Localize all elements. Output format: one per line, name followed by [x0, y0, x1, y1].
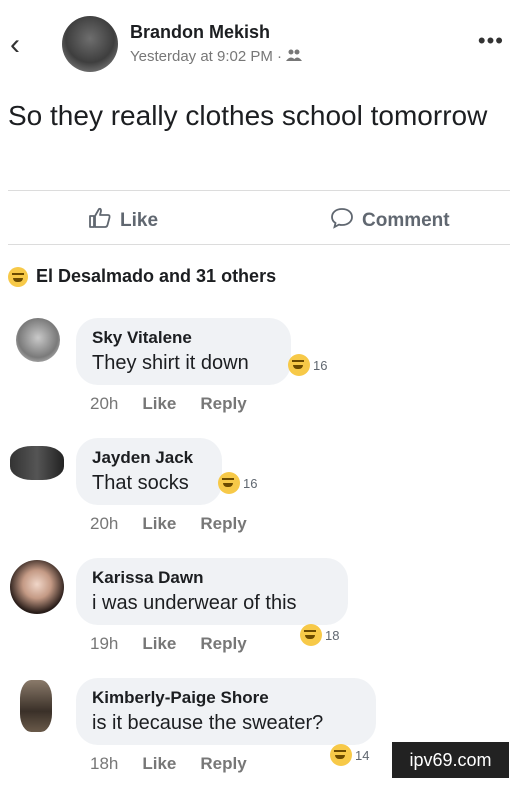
post-author[interactable]: Brandon Mekish — [130, 22, 270, 43]
avatar[interactable] — [20, 680, 52, 732]
comment-bubble: Jayden Jack That socks — [76, 438, 222, 505]
comment-reply-button[interactable]: Reply — [200, 634, 246, 654]
laughing-emoji-icon — [288, 354, 310, 376]
reaction-count: 16 — [243, 475, 258, 491]
comment-button[interactable]: Comment — [330, 206, 450, 236]
reactions-summary[interactable]: El Desalmado and 31 others — [8, 266, 276, 287]
comment-author[interactable]: Kimberly-Paige Shore — [92, 688, 360, 708]
comment-bubble-icon — [330, 206, 354, 236]
reactions-summary-text: El Desalmado and 31 others — [36, 266, 277, 286]
comment-reactions[interactable]: 16 — [218, 472, 257, 494]
comment-meta: 18h Like Reply — [90, 754, 247, 774]
laughing-emoji-icon — [330, 744, 352, 766]
comment-bubble: Sky Vitalene They shirt it down — [76, 318, 291, 385]
post-timestamp: Yesterday at 9:02 PM · — [130, 48, 283, 65]
comment-label: Comment — [362, 210, 450, 231]
comment-text: i was underwear of this — [92, 592, 297, 614]
comment-text: They shirt it down — [92, 352, 249, 374]
post-meta: Yesterday at 9:02 PM · — [130, 48, 303, 65]
divider — [8, 190, 510, 191]
comment-author[interactable]: Sky Vitalene — [92, 328, 275, 348]
comment-time: 18h — [90, 754, 119, 773]
comment-author[interactable]: Jayden Jack — [92, 448, 206, 468]
divider — [8, 244, 510, 245]
like-label: Like — [120, 210, 159, 231]
like-button[interactable]: Like — [88, 206, 158, 236]
reaction-count: 14 — [355, 747, 370, 763]
comment-like-button[interactable]: Like — [142, 634, 176, 654]
watermark: ipv69.com — [392, 742, 509, 778]
avatar[interactable] — [10, 560, 64, 614]
comment-like-button[interactable]: Like — [142, 394, 176, 414]
comment-time: 20h — [90, 394, 119, 413]
comment-meta: 20h Like Reply — [90, 514, 247, 534]
comment-like-button[interactable]: Like — [142, 514, 176, 534]
friends-icon — [286, 49, 303, 64]
laughing-emoji-icon — [218, 472, 240, 494]
reaction-count: 18 — [325, 627, 340, 643]
comment-like-button[interactable]: Like — [142, 754, 176, 774]
laughing-emoji-icon — [8, 266, 28, 287]
comment-reactions[interactable]: 16 — [288, 354, 327, 376]
avatar[interactable] — [16, 318, 60, 362]
comment-reply-button[interactable]: Reply — [200, 754, 246, 774]
post-text: So they really clothes school tomorrow — [8, 100, 488, 131]
comment-reply-button[interactable]: Reply — [200, 394, 246, 414]
comment-time: 20h — [90, 514, 119, 533]
comment-reactions[interactable]: 18 — [300, 624, 339, 646]
comment-meta: 19h Like Reply — [90, 634, 247, 654]
comment-author[interactable]: Karissa Dawn — [92, 568, 332, 588]
comment-text: is it because the sweater? — [92, 712, 324, 734]
reaction-count: 16 — [313, 357, 328, 373]
avatar[interactable] — [62, 16, 118, 72]
comment-bubble: Kimberly-Paige Shore is it because the s… — [76, 678, 376, 745]
comment-bubble: Karissa Dawn i was underwear of this — [76, 558, 348, 625]
avatar[interactable] — [10, 446, 64, 480]
comment-meta: 20h Like Reply — [90, 394, 247, 414]
more-dots-icon[interactable]: ••• — [478, 28, 504, 54]
back-chevron-icon[interactable]: ‹ — [10, 30, 20, 60]
thumbs-up-icon — [88, 206, 112, 236]
comment-text: That socks — [92, 472, 189, 494]
laughing-emoji-icon — [300, 624, 322, 646]
comment-reply-button[interactable]: Reply — [200, 514, 246, 534]
comment-reactions[interactable]: 14 — [330, 744, 369, 766]
comment-time: 19h — [90, 634, 119, 653]
